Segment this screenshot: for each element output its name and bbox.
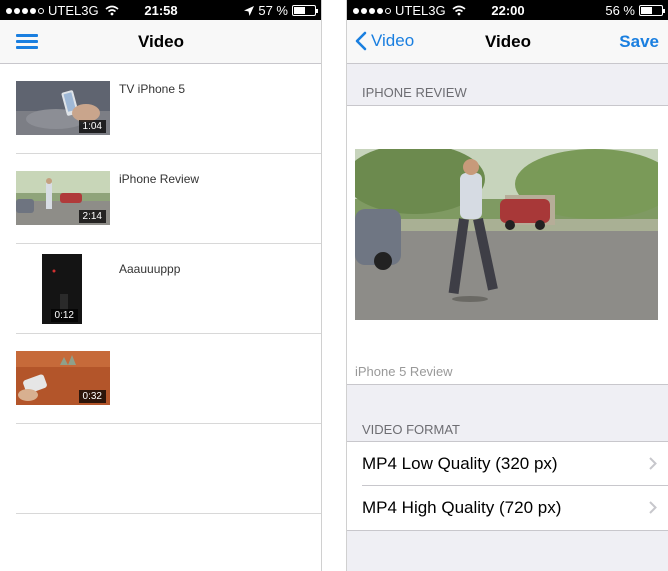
video-duration: 1:04 [78, 120, 106, 133]
section-header: VIDEO FORMAT [362, 422, 460, 437]
battery-percent: 57 % [258, 3, 288, 18]
video-list: 1:04 TV iPhone 5 2:14 iPhone Review 0:12… [0, 64, 321, 514]
video-duration: 2:14 [78, 210, 106, 223]
battery-icon [639, 5, 665, 16]
list-item[interactable]: 1:04 TV iPhone 5 [16, 64, 321, 154]
battery-icon [292, 5, 318, 16]
format-option-high[interactable]: MP4 High Quality (720 px) [362, 486, 668, 530]
video-thumbnail: 0:32 [16, 351, 110, 405]
video-thumbnail: 0:12 [42, 254, 82, 324]
video-preview[interactable] [355, 149, 658, 320]
section-header: IPHONE REVIEW [362, 85, 467, 100]
video-duration: 0:32 [78, 390, 106, 403]
status-bar: UTEL3G 22:00 56 % [347, 0, 668, 20]
video-list-screen: UTEL3G 21:58 57 % Video 1:04 TV iPhone 5… [0, 0, 322, 571]
empty-list-row [16, 424, 321, 514]
battery-percent: 56 % [605, 3, 635, 18]
list-item[interactable]: 0:32 [16, 334, 321, 424]
screen-gap [322, 0, 346, 571]
navigation-bar: Video [0, 20, 321, 64]
save-button[interactable]: Save [619, 32, 659, 52]
video-duration: 0:12 [50, 309, 78, 322]
list-item[interactable]: 2:14 iPhone Review [16, 154, 321, 244]
video-caption: iPhone 5 Review [355, 364, 453, 379]
video-title: TV iPhone 5 [119, 82, 186, 96]
video-title: Aaauuuppp [119, 262, 181, 276]
list-item[interactable]: 0:12 Aaauuuppp [16, 244, 321, 334]
page-title: Video [138, 32, 184, 51]
video-detail-screen: UTEL3G 22:00 56 % Video Video Save IPHON… [346, 0, 668, 571]
location-arrow-icon [244, 5, 255, 16]
chevron-right-icon [649, 457, 657, 470]
video-preview-card: iPhone 5 Review [347, 105, 668, 385]
video-format-list: MP4 Low Quality (320 px) MP4 High Qualit… [347, 441, 668, 531]
status-bar: UTEL3G 21:58 57 % [0, 0, 321, 20]
format-option-label: MP4 Low Quality (320 px) [362, 454, 558, 473]
format-option-low[interactable]: MP4 Low Quality (320 px) [362, 442, 668, 486]
navigation-bar: Video Video Save [347, 20, 668, 64]
format-option-label: MP4 High Quality (720 px) [362, 498, 562, 517]
chevron-right-icon [649, 501, 657, 514]
video-thumbnail: 1:04 [16, 81, 110, 135]
video-thumbnail: 2:14 [16, 171, 110, 225]
video-title: iPhone Review [119, 172, 200, 186]
